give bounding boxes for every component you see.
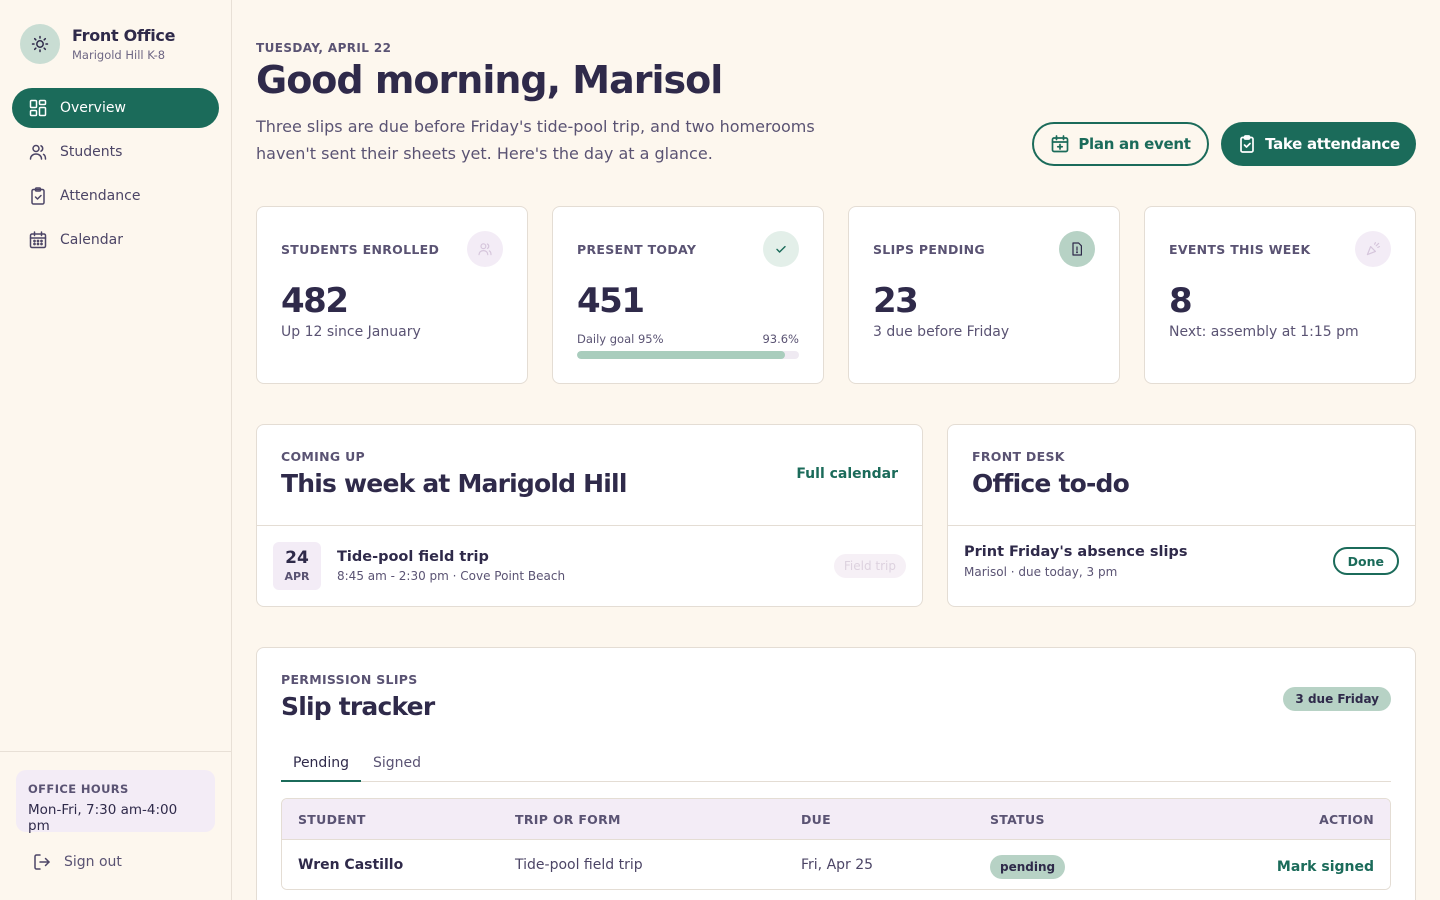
stat-subtext: Next: assembly at 1:15 pm bbox=[1169, 324, 1359, 340]
panel-title: Office to-do bbox=[972, 469, 1130, 498]
school-name: Marigold Hill K-8 bbox=[72, 48, 166, 62]
event-item[interactable]: 24 APR Tide-pool field trip 8:45 am - 2:… bbox=[257, 526, 922, 606]
check-icon bbox=[763, 231, 799, 267]
student-name: Wren Castillo bbox=[298, 856, 404, 873]
attendance-progress-bar bbox=[577, 351, 799, 359]
sign-out-button[interactable]: Sign out bbox=[32, 852, 122, 872]
event-title: Tide-pool field trip bbox=[337, 549, 489, 565]
office-hours-value: Mon-Fri, 7:30 am-4:00 pm bbox=[28, 802, 178, 834]
event-meta: 8:45 am - 2:30 pm · Cove Point Beach bbox=[337, 569, 566, 583]
nav-item-attendance[interactable]: Attendance bbox=[12, 176, 219, 216]
nav-item-students[interactable]: Students bbox=[12, 132, 219, 172]
daily-goal-label: Daily goal 95% bbox=[577, 332, 664, 346]
clipboard-check-icon bbox=[28, 186, 48, 206]
stat-card-present: PRESENT TODAY 451 Daily goal 95% 93.6% bbox=[552, 206, 824, 384]
document-alert-icon bbox=[1059, 231, 1095, 267]
column-header: STUDENT bbox=[298, 811, 366, 827]
plan-event-button[interactable]: Plan an event bbox=[1032, 122, 1209, 166]
stat-value: 23 bbox=[873, 281, 919, 321]
calendar-plus-icon bbox=[1050, 134, 1070, 154]
take-attendance-button[interactable]: Take attendance bbox=[1221, 122, 1416, 166]
event-date-chip: 24 APR bbox=[273, 542, 321, 590]
sidebar: Front Office Marigold Hill K-8 Overview … bbox=[0, 0, 232, 900]
brand-name: Front Office bbox=[72, 26, 176, 45]
stat-card-enrolled: STUDENTS ENROLLED 482 Up 12 since Januar… bbox=[256, 206, 528, 384]
plan-event-label: Plan an event bbox=[1078, 135, 1191, 153]
users-icon bbox=[467, 231, 503, 267]
coming-up-panel: COMING UP This week at Marigold Hill Ful… bbox=[256, 424, 923, 607]
sun-icon bbox=[20, 24, 60, 64]
column-header: DUE bbox=[801, 811, 831, 827]
page-title: Good morning, Marisol bbox=[256, 58, 723, 102]
nav-label: Calendar bbox=[60, 232, 123, 248]
event-type-tag: Field trip bbox=[833, 554, 906, 578]
stat-subtext: 3 due before Friday bbox=[873, 324, 1010, 340]
take-attendance-label: Take attendance bbox=[1265, 135, 1400, 153]
table-header: STUDENT TRIP OR FORM DUE STATUS ACTION bbox=[282, 799, 1390, 840]
trip-form: Tide-pool field trip bbox=[515, 856, 643, 873]
calendar-icon bbox=[28, 230, 48, 250]
grid-icon bbox=[28, 98, 48, 118]
sidebar-footer: OFFICE HOURS Mon-Fri, 7:30 am-4:00 pm Si… bbox=[0, 751, 231, 900]
tab-pending[interactable]: Pending bbox=[281, 748, 361, 782]
stat-card-slips: SLIPS PENDING 23 3 due before Friday bbox=[848, 206, 1120, 384]
status-badge: pending bbox=[990, 854, 1066, 879]
nav-label: Attendance bbox=[60, 188, 141, 204]
panel-eyebrow: PERMISSION SLIPS bbox=[281, 672, 418, 687]
intro-text: Three slips are due before Friday's tide… bbox=[256, 117, 815, 163]
nav-label: Overview bbox=[60, 100, 126, 116]
office-todo-panel: FRONT DESK Office to-do Print Friday's a… bbox=[947, 424, 1416, 607]
stat-card-events: EVENTS THIS WEEK 8 Next: assembly at 1:1… bbox=[1144, 206, 1416, 384]
column-header: ACTION bbox=[1319, 811, 1374, 827]
nav-label: Students bbox=[60, 144, 123, 160]
due-badge: 3 due Friday bbox=[1283, 687, 1391, 711]
full-calendar-link[interactable]: Full calendar bbox=[796, 466, 898, 482]
party-icon bbox=[1355, 231, 1391, 267]
main-nav: Overview Students Attendance Calendar bbox=[12, 88, 219, 264]
slip-tracker-panel: PERMISSION SLIPS Slip tracker 3 due Frid… bbox=[256, 647, 1416, 900]
office-hours-card: OFFICE HOURS Mon-Fri, 7:30 am-4:00 pm bbox=[16, 770, 215, 834]
slips-table: STUDENT TRIP OR FORM DUE STATUS ACTION W… bbox=[281, 798, 1391, 890]
tab-signed[interactable]: Signed bbox=[361, 748, 433, 782]
panel-eyebrow: COMING UP bbox=[281, 449, 365, 464]
progress-labels: Daily goal 95% 93.6% bbox=[577, 332, 799, 346]
attendance-progress-fill bbox=[577, 351, 785, 359]
event-month: APR bbox=[284, 570, 310, 583]
panel-header: COMING UP This week at Marigold Hill Ful… bbox=[257, 425, 922, 526]
nav-item-calendar[interactable]: Calendar bbox=[12, 220, 219, 260]
due-date: Fri, Apr 25 bbox=[801, 856, 874, 873]
stat-value: 8 bbox=[1169, 281, 1193, 321]
panel-eyebrow: FRONT DESK bbox=[972, 449, 1065, 464]
mark-signed-link[interactable]: Mark signed bbox=[1277, 859, 1374, 875]
panel-header: FRONT DESK Office to-do bbox=[948, 425, 1415, 526]
present-percent: 93.6% bbox=[762, 332, 799, 346]
brand: Front Office Marigold Hill K-8 bbox=[20, 24, 175, 64]
sign-out-label: Sign out bbox=[64, 854, 122, 870]
table-row: Wren Castillo Tide-pool field trip Fri, … bbox=[282, 840, 1390, 889]
column-header: STATUS bbox=[990, 811, 1045, 827]
office-hours-label: OFFICE HOURS bbox=[28, 782, 129, 796]
event-day: 24 bbox=[285, 548, 309, 568]
clipboard-check-icon bbox=[1237, 134, 1257, 154]
nav-item-overview[interactable]: Overview bbox=[12, 88, 219, 128]
slip-tabs: Pending Signed bbox=[281, 748, 1391, 782]
stat-value: 451 bbox=[577, 281, 645, 321]
users-icon bbox=[28, 142, 48, 162]
done-button[interactable]: Done bbox=[1332, 547, 1399, 575]
sign-out-icon bbox=[32, 852, 52, 872]
current-date: TUESDAY, APRIL 22 bbox=[256, 41, 392, 55]
column-header: TRIP OR FORM bbox=[515, 811, 621, 827]
stat-subtext: Up 12 since January bbox=[281, 324, 421, 340]
stat-value: 482 bbox=[281, 281, 349, 321]
panel-title: Slip tracker bbox=[281, 692, 435, 721]
todo-item: Print Friday's absence slips Marisol · d… bbox=[948, 526, 1415, 606]
